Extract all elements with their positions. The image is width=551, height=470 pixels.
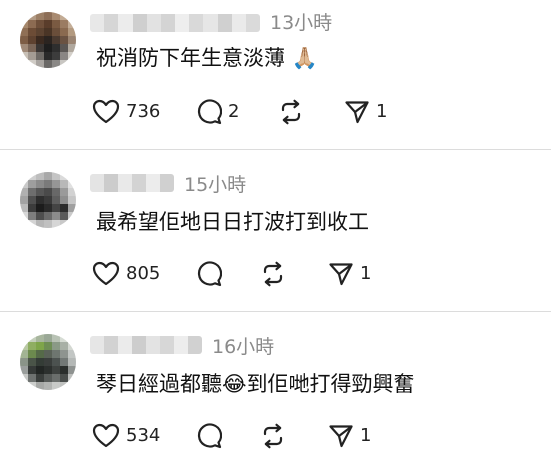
heart-icon [92,99,120,124]
speech-bubble-icon [197,261,222,287]
like-button[interactable]: 805 [92,259,160,289]
timestamp: 13小時 [270,12,333,34]
username[interactable] [90,174,174,192]
action-bar: 534 1 [92,421,492,451]
comment-text: 琴日經過都聽😂到佢哋打得勁興奮 [96,372,415,396]
share-button[interactable]: 1 [328,421,371,451]
avatar[interactable] [20,172,76,228]
comment-item: 13小時 祝消防下年生意淡薄 🙏🏼 736 2 1 [0,0,551,148]
action-bar: 736 2 1 [92,97,492,127]
timestamp: 15小時 [184,174,247,196]
like-button[interactable]: 736 [92,97,160,127]
username[interactable] [90,14,260,32]
like-count: 534 [126,425,161,446]
heart-icon [92,423,120,448]
reply-button[interactable] [196,259,228,289]
send-icon [329,425,353,448]
like-count: 736 [126,101,161,122]
send-icon [329,263,353,286]
repost-button[interactable] [260,259,292,289]
send-icon [345,101,369,124]
reply-count: 2 [228,101,240,122]
heart-icon [92,261,120,286]
repost-button[interactable] [278,97,310,127]
comment-feed: 13小時 祝消防下年生意淡薄 🙏🏼 736 2 1 15小時 最希望佢地日日打波… [0,0,551,470]
timestamp: 16小時 [212,336,275,358]
comment-item: 15小時 最希望佢地日日打波打到收工 805 1 [0,150,551,310]
share-button[interactable]: 1 [328,259,371,289]
repost-icon [281,99,301,125]
share-count: 1 [360,263,372,284]
avatar[interactable] [20,12,76,68]
repost-icon [263,261,283,287]
comment-item: 16小時 琴日經過都聽😂到佢哋打得勁興奮 534 1 [0,312,551,470]
comment-text: 祝消防下年生意淡薄 🙏🏼 [96,46,318,70]
like-count: 805 [126,263,161,284]
repost-button[interactable] [260,421,292,451]
share-count: 1 [376,101,388,122]
speech-bubble-icon [197,423,222,449]
share-button[interactable]: 1 [344,97,387,127]
action-bar: 805 1 [92,259,492,289]
reply-button[interactable]: 2 [196,97,239,127]
speech-bubble-icon [197,99,222,125]
comment-text: 最希望佢地日日打波打到收工 [96,210,369,234]
like-button[interactable]: 534 [92,421,160,451]
username[interactable] [90,336,202,354]
share-count: 1 [360,425,372,446]
repost-icon [263,423,283,449]
avatar[interactable] [20,334,76,390]
reply-button[interactable] [196,421,228,451]
